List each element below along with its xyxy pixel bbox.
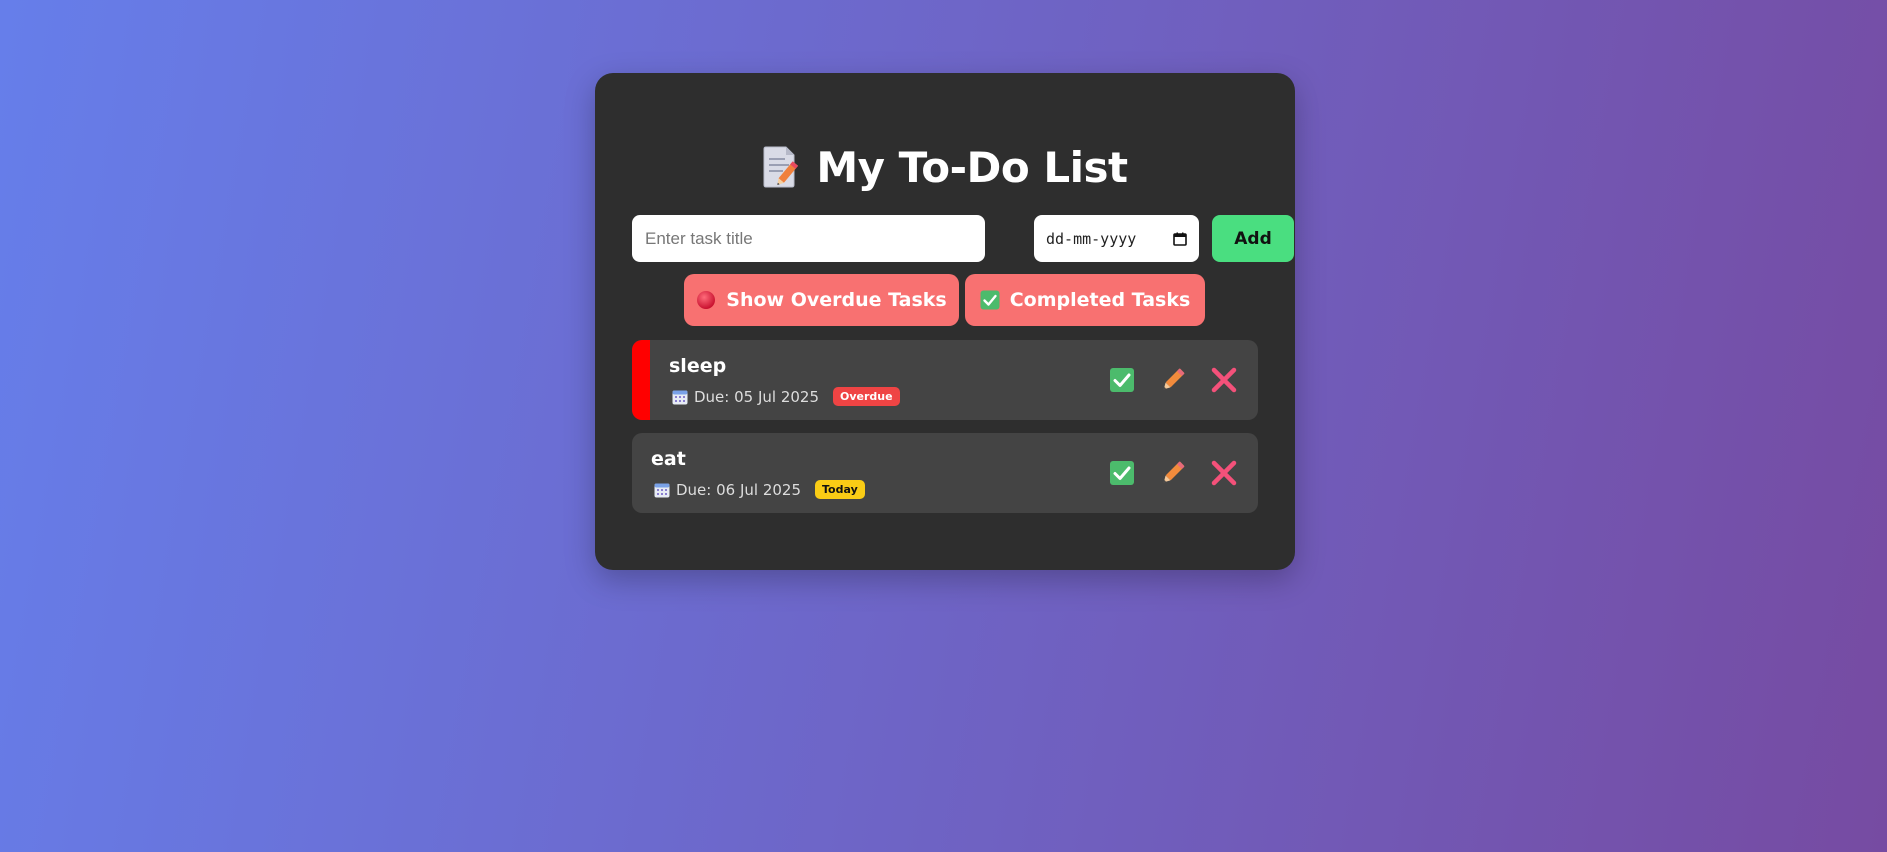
task-due-date: Due: 05 Jul 2025 bbox=[694, 387, 820, 406]
red-circle-icon bbox=[696, 290, 716, 310]
status-badge: Today bbox=[815, 480, 865, 499]
calendar-icon bbox=[672, 389, 688, 405]
complete-task-button[interactable] bbox=[1108, 459, 1136, 487]
check-mark-button-icon bbox=[980, 290, 1000, 310]
show-overdue-button[interactable]: Show Overdue Tasks bbox=[684, 274, 959, 326]
check-mark-button-icon bbox=[1110, 461, 1134, 485]
check-mark-button-icon bbox=[1110, 368, 1134, 392]
overdue-indicator-bar bbox=[632, 340, 650, 420]
memo-icon bbox=[762, 146, 799, 188]
filter-buttons: Show Overdue Tasks Completed Tasks bbox=[684, 274, 1214, 326]
completed-tasks-label: Completed Tasks bbox=[1009, 289, 1191, 311]
edit-task-button[interactable] bbox=[1159, 366, 1187, 394]
task-title-input[interactable] bbox=[632, 215, 985, 262]
add-task-form: dd-mm-yyyy Add bbox=[632, 215, 1294, 262]
task-actions bbox=[1108, 366, 1238, 394]
delete-task-button[interactable] bbox=[1210, 366, 1238, 394]
task-item: eat Due: 06 Jul 2025 Today bbox=[632, 433, 1258, 513]
task-due-date: Due: 06 Jul 2025 bbox=[676, 480, 802, 499]
todo-card: My To-Do List dd-mm-yyyy Add bbox=[595, 73, 1295, 570]
complete-task-button[interactable] bbox=[1108, 366, 1136, 394]
edit-task-button[interactable] bbox=[1159, 459, 1187, 487]
due-date-input[interactable]: dd-mm-yyyy bbox=[1034, 215, 1199, 262]
cross-mark-icon bbox=[1211, 460, 1237, 486]
add-button[interactable]: Add bbox=[1212, 215, 1294, 262]
task-actions bbox=[1108, 459, 1238, 487]
pencil-icon bbox=[1163, 368, 1185, 390]
cross-mark-icon bbox=[1211, 367, 1237, 393]
page-title: My To-Do List bbox=[595, 139, 1295, 195]
calendar-picker-icon[interactable] bbox=[1173, 232, 1187, 246]
task-meta: Due: 05 Jul 2025 Overdue bbox=[672, 387, 900, 406]
task-meta: Due: 06 Jul 2025 Today bbox=[654, 480, 865, 499]
status-badge: Overdue bbox=[833, 387, 900, 406]
task-title: eat bbox=[651, 448, 686, 470]
title-text: My To-Do List bbox=[816, 142, 1128, 192]
date-placeholder: dd-mm-yyyy bbox=[1046, 229, 1137, 248]
pencil-icon bbox=[1163, 461, 1185, 483]
completed-tasks-button[interactable]: Completed Tasks bbox=[965, 274, 1205, 326]
delete-task-button[interactable] bbox=[1210, 459, 1238, 487]
task-title: sleep bbox=[669, 355, 727, 377]
calendar-icon bbox=[654, 482, 670, 498]
show-overdue-label: Show Overdue Tasks bbox=[726, 289, 947, 311]
task-item: sleep Due: 05 Jul 2025 Overdue bbox=[632, 340, 1258, 420]
